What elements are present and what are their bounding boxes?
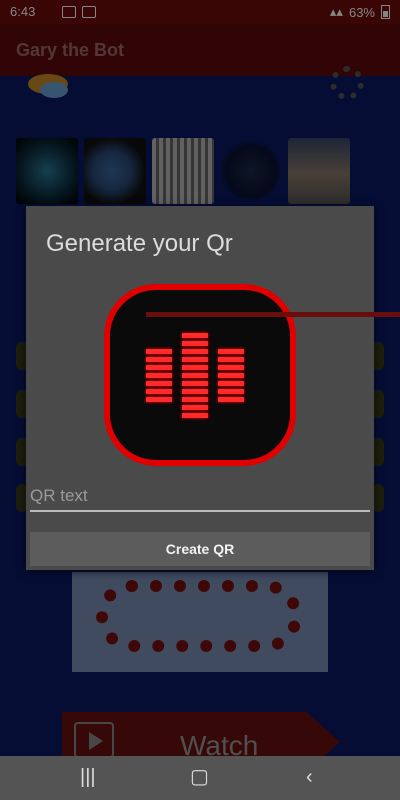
voice-bar-center	[146, 312, 400, 418]
voice-bar-right	[146, 312, 400, 402]
dialog-title: Generate your Qr	[46, 230, 233, 257]
system-nav-bar: ||| ▢ ‹	[0, 756, 400, 800]
qr-text-input[interactable]	[30, 482, 370, 512]
recents-icon[interactable]: |||	[80, 766, 96, 789]
qr-dialog: Generate your Qr Create QR	[26, 206, 400, 570]
back-icon[interactable]: ‹	[306, 766, 313, 789]
bot-logo-icon	[104, 284, 400, 466]
create-qr-button[interactable]: Create QR	[30, 532, 370, 566]
voice-bars	[146, 312, 400, 438]
home-icon[interactable]: ▢	[190, 764, 209, 789]
voice-bar-left	[146, 312, 400, 402]
